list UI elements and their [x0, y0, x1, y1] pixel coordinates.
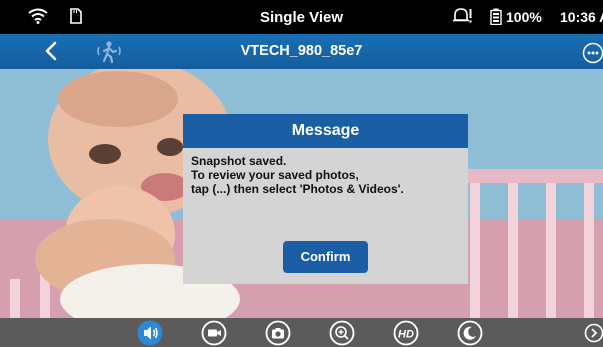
status-bar: Single View 100% 10:36 A — [0, 0, 603, 34]
night-mode-icon[interactable] — [457, 320, 483, 346]
dialog-title: Message — [183, 114, 468, 148]
nav-bar: VTECH_980_85e7 — [0, 34, 603, 69]
dialog-line: tap (...) then select 'Photos & Videos'. — [191, 182, 404, 196]
confirm-button[interactable]: Confirm — [283, 241, 368, 273]
next-arrow-icon[interactable] — [583, 320, 603, 346]
dialog-line: To review your saved photos, — [191, 168, 359, 182]
bottom-toolbar: HD — [0, 318, 603, 347]
dialog-line: Snapshot saved. — [191, 154, 287, 168]
video-record-icon[interactable] — [201, 320, 227, 346]
dialog-message: Snapshot saved. To review your saved pho… — [191, 154, 461, 196]
hd-label: HD — [398, 329, 414, 341]
camera-name: VTECH_980_85e7 — [240, 43, 363, 59]
zoom-in-icon[interactable] — [329, 320, 355, 346]
battery-level: 100% — [506, 9, 542, 25]
clock: 10:36 A — [560, 9, 603, 25]
hd-icon[interactable]: HD — [393, 320, 419, 346]
speaker-icon[interactable] — [137, 320, 163, 346]
camera-video-feed: Message Snapshot saved. To review your s… — [0, 69, 603, 318]
message-dialog: Message Snapshot saved. To review your s… — [183, 114, 468, 284]
alarm-bell-icon — [452, 7, 472, 30]
more-options-icon[interactable] — [582, 42, 603, 69]
battery-icon — [490, 8, 502, 30]
camera-snapshot-icon[interactable] — [265, 320, 291, 346]
